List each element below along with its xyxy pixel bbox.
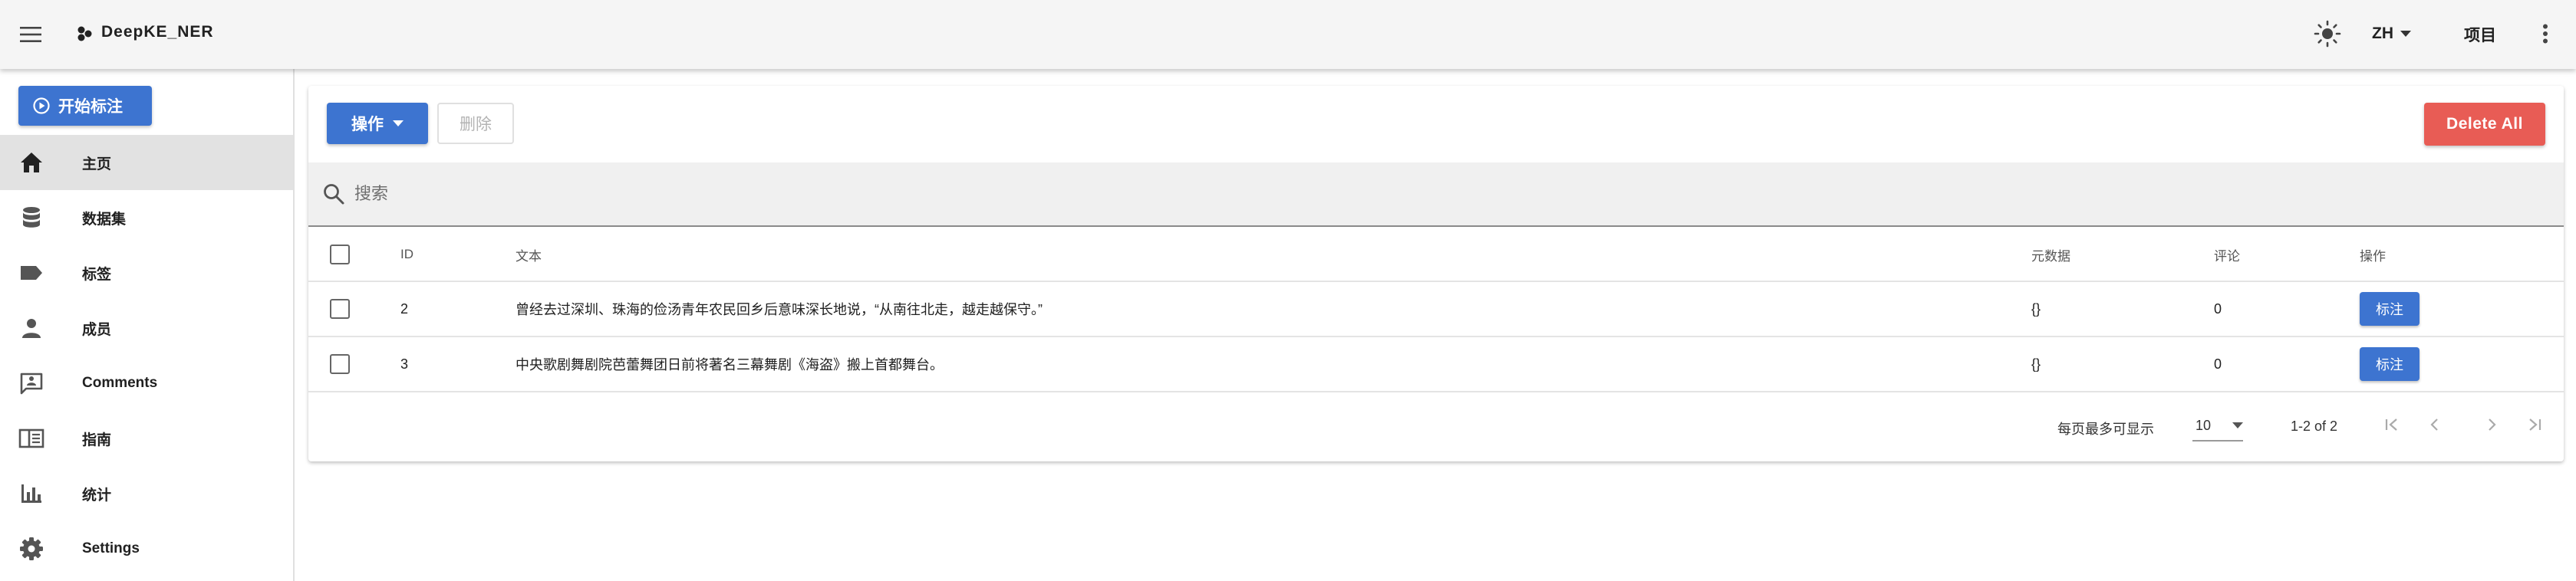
- sidebar-item-statistics[interactable]: 统计: [0, 466, 293, 521]
- theme-toggle-icon[interactable]: [2311, 17, 2344, 51]
- sidebar-item-label: 统计: [82, 487, 112, 504]
- search-bar: [308, 162, 2564, 227]
- header-comments[interactable]: 评论: [2214, 228, 2240, 281]
- delete-button[interactable]: 删除: [437, 103, 514, 144]
- delete-all-button[interactable]: Delete All: [2424, 103, 2545, 146]
- caret-down-icon: [393, 120, 404, 126]
- first-page-icon[interactable]: [2377, 409, 2407, 440]
- caret-down-icon: [2400, 31, 2411, 37]
- header-metadata[interactable]: 元数据: [2031, 228, 2070, 281]
- sidebar-item-settings[interactable]: Settings: [0, 521, 293, 576]
- database-icon: [16, 202, 47, 233]
- table-row: 3 中央歌剧舞剧院芭蕾舞团日前将著名三幕舞剧《海盗》搬上首都舞台。 {} 0 标…: [308, 337, 2564, 392]
- row-text: 曾经去过深圳、珠海的俭汤青年农民回乡后意味深长地说，“从南往北走，越走越保守。”: [516, 302, 1043, 317]
- actions-menu-button[interactable]: 操作: [327, 103, 428, 144]
- row-comments-count: 0: [2214, 300, 2222, 317]
- sidebar-item-label: 指南: [82, 432, 112, 448]
- person-icon: [16, 313, 47, 343]
- annotate-button[interactable]: 标注: [2360, 347, 2420, 381]
- sidebar-item-guideline[interactable]: 指南: [0, 411, 293, 466]
- sidebar-item-dataset[interactable]: 数据集: [0, 190, 293, 245]
- more-vert-icon[interactable]: [2532, 18, 2559, 49]
- row-metadata: {}: [2031, 356, 2041, 372]
- sidebar-item-labels[interactable]: 标签: [0, 245, 293, 300]
- start-annotation-button[interactable]: 开始标注: [18, 86, 152, 126]
- row-id: 3: [400, 356, 409, 372]
- sidebar-item-comments[interactable]: Comments: [0, 356, 293, 411]
- app-title[interactable]: DeepKE_NER: [101, 23, 214, 41]
- table-row: 2 曾经去过深圳、珠海的俭汤青年农民回乡后意味深长地说，“从南往北走，越走越保守…: [308, 282, 2564, 337]
- last-page-icon[interactable]: [2519, 409, 2550, 440]
- annotate-button[interactable]: 标注: [2360, 292, 2420, 326]
- gear-icon: [16, 533, 47, 564]
- start-annotation-label: 开始标注: [58, 98, 123, 116]
- previous-page-icon[interactable]: [2420, 409, 2450, 440]
- examples-card: 操作 删除 Delete All ID 文本 元数据 评论 操作 2 曾经去过深…: [308, 86, 2564, 461]
- play-circle-icon: [33, 97, 50, 114]
- sidebar-item-label: 主页: [82, 156, 112, 172]
- menu-icon[interactable]: [17, 21, 44, 48]
- caret-down-icon: [2232, 422, 2243, 428]
- sidebar-item-label: 成员: [82, 321, 112, 338]
- sidebar-item-label: 数据集: [82, 211, 127, 228]
- chart-icon: [16, 478, 47, 509]
- label-icon: [16, 258, 47, 288]
- rows-per-page-select[interactable]: 10: [2192, 411, 2243, 441]
- sidebar-item-members[interactable]: 成员: [0, 300, 293, 356]
- logo-icon: [77, 25, 94, 46]
- sidebar-nav: 主页 数据集 标签 成员 Comments 指南 统计 Settings: [0, 135, 293, 576]
- table-header-row: ID 文本 元数据 评论 操作: [308, 228, 2564, 282]
- projects-button[interactable]: 项目: [2464, 23, 2496, 46]
- sidebar: 开始标注 主页 数据集 标签 成员 Comments 指南 统计 Setting…: [0, 69, 295, 581]
- row-checkbox[interactable]: [330, 354, 350, 374]
- row-text: 中央歌剧舞剧院芭蕾舞团日前将著名三幕舞剧《海盗》搬上首都舞台。: [516, 357, 944, 373]
- app-bar: DeepKE_NER ZH 项目: [0, 0, 2576, 69]
- sidebar-item-label: Comments: [82, 375, 158, 391]
- sidebar-item-home[interactable]: 主页: [0, 135, 293, 190]
- row-id: 2: [400, 300, 409, 317]
- actions-label: 操作: [351, 116, 384, 133]
- row-checkbox[interactable]: [330, 299, 350, 319]
- table-footer: 每页最多可显示 10 1-2 of 2: [308, 392, 2564, 458]
- sidebar-item-label: Settings: [82, 540, 140, 556]
- language-selector[interactable]: ZH: [2372, 21, 2412, 46]
- search-input[interactable]: [354, 162, 2502, 225]
- comment-icon: [16, 368, 47, 399]
- select-all-checkbox[interactable]: [330, 245, 350, 264]
- row-comments-count: 0: [2214, 356, 2222, 372]
- header-actions: 操作: [2360, 248, 2386, 264]
- examples-table: ID 文本 元数据 评论 操作 2 曾经去过深圳、珠海的俭汤青年农民回乡后意味深…: [308, 228, 2564, 392]
- pagination-range: 1-2 of 2: [2291, 419, 2338, 434]
- rows-per-page-value: 10: [2196, 417, 2212, 433]
- row-metadata: {}: [2031, 300, 2041, 317]
- home-icon: [16, 147, 47, 178]
- header-text[interactable]: 文本: [516, 228, 542, 281]
- rows-per-page-label: 每页最多可显示: [2057, 422, 2154, 437]
- book-icon: [16, 423, 47, 454]
- search-icon: [322, 182, 345, 209]
- language-label: ZH: [2372, 25, 2393, 42]
- next-page-icon[interactable]: [2476, 409, 2507, 440]
- header-id[interactable]: ID: [400, 228, 413, 281]
- sidebar-item-label: 标签: [82, 266, 112, 283]
